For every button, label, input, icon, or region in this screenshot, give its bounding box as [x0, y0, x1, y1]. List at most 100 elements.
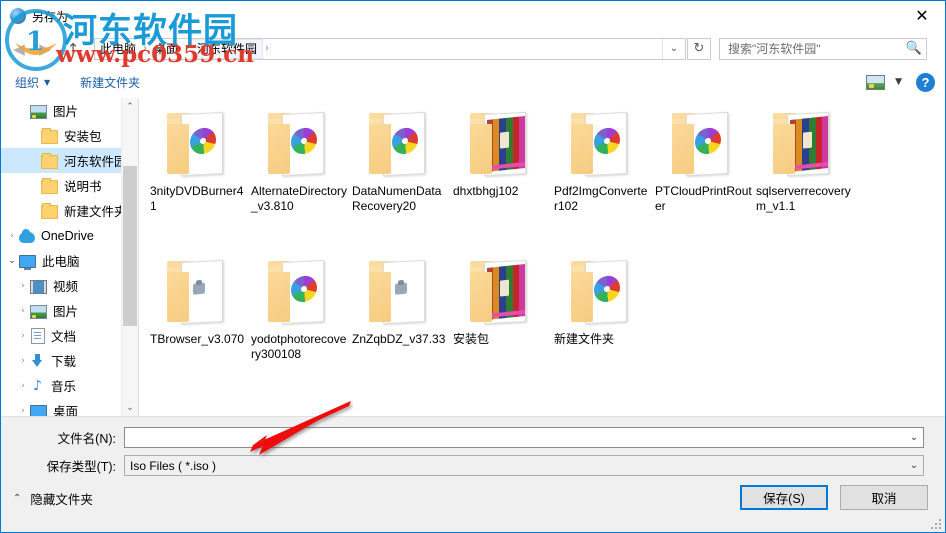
file-item[interactable]: DataNumenDataRecovery20: [349, 110, 450, 258]
chevron-down-icon[interactable]: ▼: [895, 77, 902, 87]
sidebar-item-2[interactable]: 河东软件园: [1, 148, 138, 173]
sidebar-item-11[interactable]: › ♪ 音乐: [1, 373, 138, 398]
sidebar-item-label: 河东软件园: [64, 155, 127, 169]
forward-button[interactable]: ▶: [32, 36, 58, 62]
refresh-icon[interactable]: ↻: [687, 37, 711, 60]
folder-icon: [361, 258, 439, 326]
organize-button[interactable]: 组织 ▼: [9, 71, 56, 94]
file-label: TBrowser_v3.070: [150, 332, 245, 346]
chevron-right-icon[interactable]: ›: [16, 281, 30, 291]
chevron-right-icon[interactable]: ›: [16, 331, 30, 341]
file-label: sqlserverrecoverym_v1.1: [756, 184, 851, 213]
chevron-right-icon[interactable]: ›: [16, 381, 30, 391]
view-mode-icon[interactable]: [866, 74, 886, 90]
video-icon: [30, 279, 47, 294]
save-form: 文件名(N): ⌄ 保存类型(T): Iso Files ( *.iso ) ⌄…: [1, 416, 945, 532]
filename-input[interactable]: ⌄: [124, 427, 924, 448]
file-item[interactable]: dhxtbhgj102: [450, 110, 551, 258]
help-icon[interactable]: ?: [916, 72, 935, 92]
sidebar-item-10[interactable]: › 下载: [1, 348, 138, 373]
close-icon[interactable]: ✕: [899, 1, 945, 30]
file-item[interactable]: AlternateDirectory_v3.810: [248, 110, 349, 258]
breadcrumb-item-2[interactable]: 河东软件园: [191, 38, 264, 59]
file-label: yodotphotorecovery300108: [251, 332, 347, 361]
command-toolbar: 组织 ▼ 新建文件夹 ▼ ?: [1, 66, 945, 99]
chevron-right-icon[interactable]: ›: [16, 306, 30, 316]
sidebar-item-12[interactable]: › 桌面: [1, 398, 138, 416]
chevron-down-icon[interactable]: ⌄: [905, 460, 923, 471]
sidebar-item-6[interactable]: ⌄ 此电脑: [1, 248, 138, 273]
sidebar-item-8[interactable]: › 图片: [1, 298, 138, 323]
file-item[interactable]: ZnZqbDZ_v37.33: [349, 258, 450, 406]
stripes-thumbnail-icon: [486, 115, 525, 172]
folder-icon: [664, 110, 742, 178]
chevron-right-icon[interactable]: ›: [5, 231, 19, 241]
picture-icon: [30, 304, 47, 319]
chevron-down-icon[interactable]: ⌄: [5, 256, 19, 266]
breadcrumb-item-1[interactable]: 桌面: [149, 39, 183, 59]
file-item[interactable]: PTCloudPrintRouter: [652, 110, 753, 258]
back-button[interactable]: ◀: [6, 36, 32, 62]
file-item[interactable]: TBrowser_v3.070: [147, 258, 248, 406]
sidebar-item-label: 视频: [53, 280, 79, 294]
sidebar-item-label: 音乐: [51, 380, 77, 394]
filetype-select[interactable]: Iso Files ( *.iso ) ⌄: [124, 455, 924, 476]
navigation-bar: ◀ ▶ ↑ 此电脑 › 桌面 › 河东软件园 › ⌄ ↻ 搜索"河东软件园" 🔍: [1, 31, 945, 66]
chevron-down-icon[interactable]: ⌄: [905, 432, 923, 443]
scroll-down-icon[interactable]: ⌄: [122, 399, 138, 416]
file-item[interactable]: 安装包: [450, 258, 551, 406]
sidebar-item-0[interactable]: 图片📌: [1, 98, 138, 123]
file-item[interactable]: Pdf2ImgConverter102: [551, 110, 652, 258]
folder-icon: [462, 110, 540, 178]
file-label: Pdf2ImgConverter102: [554, 184, 648, 213]
search-placeholder: 搜索"河东软件园": [728, 42, 821, 56]
address-bar[interactable]: 此电脑 › 桌面 › 河东软件园 › ⌄: [94, 37, 686, 60]
file-label: PTCloudPrintRouter: [655, 184, 752, 213]
sidebar-item-5[interactable]: › OneDrive: [1, 223, 138, 248]
sidebar-item-7[interactable]: › 视频: [1, 273, 138, 298]
sidebar-item-1[interactable]: 安装包: [1, 123, 138, 148]
breadcrumb-item-0[interactable]: 此电脑: [95, 39, 141, 59]
folder-icon: [563, 110, 641, 178]
organize-label: 组织: [15, 75, 40, 90]
pinwheel-thumbnail-icon: [290, 126, 317, 156]
cog-thumbnail-icon: [192, 279, 206, 296]
search-input[interactable]: 搜索"河东软件园" 🔍: [719, 37, 927, 60]
file-item[interactable]: 3nityDVDBurner41: [147, 110, 248, 258]
cog-thumbnail-icon: [394, 279, 408, 296]
scrollbar-thumb[interactable]: [123, 166, 137, 326]
file-item[interactable]: yodotphotorecovery300108: [248, 258, 349, 406]
chevron-down-icon[interactable]: ⌄: [662, 38, 685, 59]
file-label: DataNumenDataRecovery20: [352, 184, 442, 213]
sidebar-item-label: 新建文件夹: [64, 205, 127, 219]
search-icon: 🔍: [905, 41, 922, 56]
sidebar-item-label: 安装包: [64, 130, 102, 144]
sidebar-scrollbar[interactable]: ⌃ ⌄: [121, 98, 138, 416]
scroll-up-icon[interactable]: ⌃: [122, 98, 138, 115]
file-label: 3nityDVDBurner41: [150, 184, 244, 213]
folder-icon: [260, 110, 338, 178]
dialog-body: 图片📌安装包河东软件园说明书新建文件夹›OneDrive⌄此电脑›视频›图片›文…: [1, 98, 945, 416]
breadcrumb-separator: ›: [265, 43, 270, 54]
sidebar-item-9[interactable]: › 文档: [1, 323, 138, 348]
stripes-thumbnail-icon: [789, 115, 828, 172]
folder-icon: [765, 110, 843, 178]
chevron-right-icon[interactable]: ›: [16, 406, 30, 416]
folder-front: [267, 124, 290, 174]
save-as-dialog: 另存为 ✕ ◀ ▶ ↑ 此电脑 › 桌面 › 河东软件园 › ⌄ ↻ 搜索"河东…: [0, 0, 946, 533]
sidebar-item-3[interactable]: 说明书: [1, 173, 138, 198]
file-item[interactable]: sqlserverrecoverym_v1.1: [753, 110, 854, 258]
stripes-thumbnail-icon: [486, 263, 525, 320]
chevron-right-icon[interactable]: ›: [16, 356, 30, 366]
up-button[interactable]: ↑: [60, 36, 86, 62]
file-list[interactable]: 3nityDVDBurner41 AlternateDirectory_v3.81…: [139, 98, 945, 416]
cancel-button[interactable]: 取消: [840, 485, 928, 510]
new-folder-button[interactable]: 新建文件夹: [74, 71, 146, 94]
filename-label: 文件名(N):: [57, 432, 116, 446]
sidebar-item-4[interactable]: 新建文件夹: [1, 198, 138, 223]
hide-folders-toggle[interactable]: ⌃ 隐藏文件夹: [13, 489, 93, 508]
resize-grip[interactable]: [930, 518, 942, 530]
save-button[interactable]: 保存(S): [740, 485, 828, 510]
file-item[interactable]: 新建文件夹: [551, 258, 652, 406]
window-title: 另存为: [32, 9, 69, 24]
